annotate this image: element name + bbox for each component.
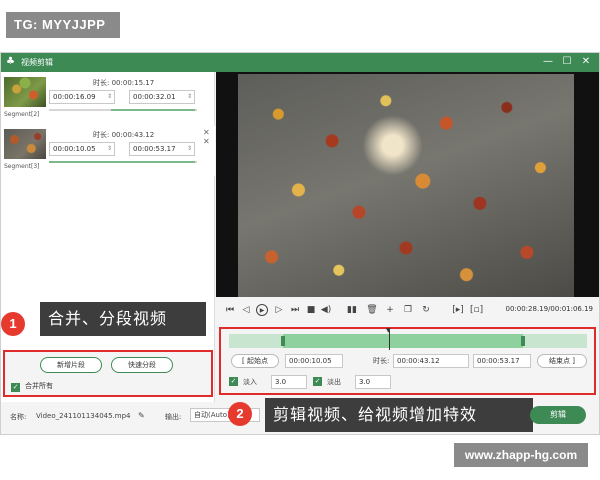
step-two-badge: 2 <box>228 402 252 426</box>
window-title: 视频剪辑 <box>21 58 53 67</box>
segment-item[interactable]: Segment[3] 时长: 00:00:43.12 00:00:10.05 ⇕ … <box>1 126 215 176</box>
playback-time: 00:00:28.19/00:01:06.19 <box>505 305 594 313</box>
step-one-caption: 合并、分段视频 <box>40 302 206 336</box>
cut-button[interactable]: 剪辑 <box>530 406 586 424</box>
trim-start-handle[interactable] <box>281 336 285 346</box>
edit-pencil-icon[interactable]: ✎ <box>138 411 145 420</box>
trim-effects-panel: ▼ [ 起始点 00:00:10.05 时长: 00:00:43.12 00:0… <box>219 327 596 395</box>
add-icon[interactable]: + <box>384 304 396 316</box>
fade-out-label: 淡出 <box>327 378 341 386</box>
player-toolbar: ⏮ ◁ ▶ ▷ ⏭ ■ ◀) ▮▮ 🗑 + ❐ ↻ [▸] [▫] 00:00:… <box>216 299 599 321</box>
spinner-icon[interactable]: ⇕ <box>187 91 192 103</box>
segment-start-field[interactable]: 00:00:10.05 ⇕ <box>49 142 115 156</box>
app-logo-icon: ♣ <box>6 56 15 67</box>
minimize-button[interactable]: — <box>541 55 555 69</box>
fade-in-field[interactable]: 3.0 <box>271 375 307 389</box>
maximize-button[interactable]: ☐ <box>560 55 574 69</box>
spinner-icon[interactable]: ⇕ <box>107 91 112 103</box>
volume-icon[interactable]: ◀) <box>320 304 332 316</box>
trim-end-handle[interactable] <box>521 336 525 346</box>
segment-thumbnail <box>4 129 46 159</box>
next-frame-icon[interactable]: ▷ <box>273 304 285 316</box>
end-time-field[interactable]: 00:00:53.17 <box>473 354 531 368</box>
add-segment-button[interactable]: 新增片段 <box>40 357 102 373</box>
trim-controls: [ 起始点 00:00:10.05 时长: 00:00:43.12 00:00:… <box>227 354 589 370</box>
mark-in-icon[interactable]: [▸] <box>452 304 464 316</box>
watermark: www.zhapp-hg.com <box>454 443 588 467</box>
play-icon[interactable]: ▶ <box>256 304 268 316</box>
skip-end-icon[interactable]: ⏭ <box>289 304 301 316</box>
playhead[interactable] <box>389 330 390 350</box>
trim-timeline[interactable]: ▼ <box>229 327 587 350</box>
segment-range-bar <box>49 161 197 163</box>
segment-start-field[interactable]: 00:00:16.09 ⇕ <box>49 90 115 104</box>
spinner-icon[interactable]: ⇕ <box>107 143 112 155</box>
step-one-badge: 1 <box>1 312 25 336</box>
merge-all-option[interactable]: ✓ 合并所有 <box>11 381 53 392</box>
fade-out-checkbox[interactable]: ✓ <box>313 377 322 386</box>
file-name-label: 名称: <box>10 413 27 421</box>
segment-name: Segment[3] <box>4 163 40 170</box>
merge-split-panel: 新增片段 快速分段 ✓ 合并所有 <box>3 350 213 397</box>
duration-label: 时长: <box>373 357 390 365</box>
segment-item[interactable]: Segment[2] 时长: 00:00:15.17 00:00:16.09 ⇕ … <box>1 74 215 124</box>
segment-thumbnail <box>4 77 46 107</box>
fade-in-label: 淡入 <box>243 378 257 386</box>
fade-controls: ✓ 淡入 3.0 ✓ 淡出 3.0 <box>227 375 427 391</box>
skip-start-icon[interactable]: ⏮ <box>224 304 236 316</box>
set-end-button[interactable]: 结束点 ] <box>537 354 587 368</box>
merge-all-checkbox[interactable]: ✓ <box>11 383 20 392</box>
video-frame <box>238 74 574 297</box>
close-button[interactable]: ✕ <box>579 55 593 69</box>
file-name-value: Video_241101134045.mp4 <box>36 412 131 420</box>
segment-range-bar <box>49 109 197 111</box>
title-bar: ♣ 视频剪辑 — ☐ ✕ <box>1 53 599 72</box>
screenshot: TG: MYYJJPP ♣ 视频剪辑 — ☐ ✕ Segment[2] 时长: … <box>0 0 600 480</box>
start-time-field[interactable]: 00:00:10.05 <box>285 354 343 368</box>
quick-split-button[interactable]: 快速分段 <box>111 357 173 373</box>
segment-name: Segment[2] <box>4 111 40 118</box>
segment-end-field[interactable]: 00:00:53.17 ⇕ <box>129 142 195 156</box>
delete-icon[interactable]: 🗑 <box>366 304 378 316</box>
fade-out-field[interactable]: 3.0 <box>355 375 391 389</box>
close-icon[interactable]: ✕ <box>203 137 210 146</box>
segment-duration: 时长: 00:00:43.12 <box>93 131 155 139</box>
duration-field[interactable]: 00:00:43.12 <box>393 354 469 368</box>
output-label: 输出: <box>165 413 182 421</box>
spinner-icon[interactable]: ⇕ <box>187 143 192 155</box>
set-start-button[interactable]: [ 起始点 <box>231 354 279 368</box>
fade-in-checkbox[interactable]: ✓ <box>229 377 238 386</box>
stop-icon[interactable]: ■ <box>305 304 317 316</box>
segment-end-field[interactable]: 00:00:32.01 ⇕ <box>129 90 195 104</box>
mark-out-icon[interactable]: [▫] <box>470 304 483 316</box>
rotate-icon[interactable]: ↻ <box>420 304 432 316</box>
tg-badge: TG: MYYJJPP <box>6 12 120 38</box>
segment-duration: 时长: 00:00:15.17 <box>93 79 155 87</box>
video-preview[interactable] <box>216 72 599 297</box>
close-icon[interactable]: ✕ <box>203 128 210 137</box>
prev-frame-icon[interactable]: ◁ <box>240 304 252 316</box>
step-two-caption: 剪辑视频、给视频增加特效 <box>265 398 533 432</box>
copy-icon[interactable]: ❐ <box>402 304 414 316</box>
split-icon[interactable]: ▮▮ <box>346 304 358 316</box>
